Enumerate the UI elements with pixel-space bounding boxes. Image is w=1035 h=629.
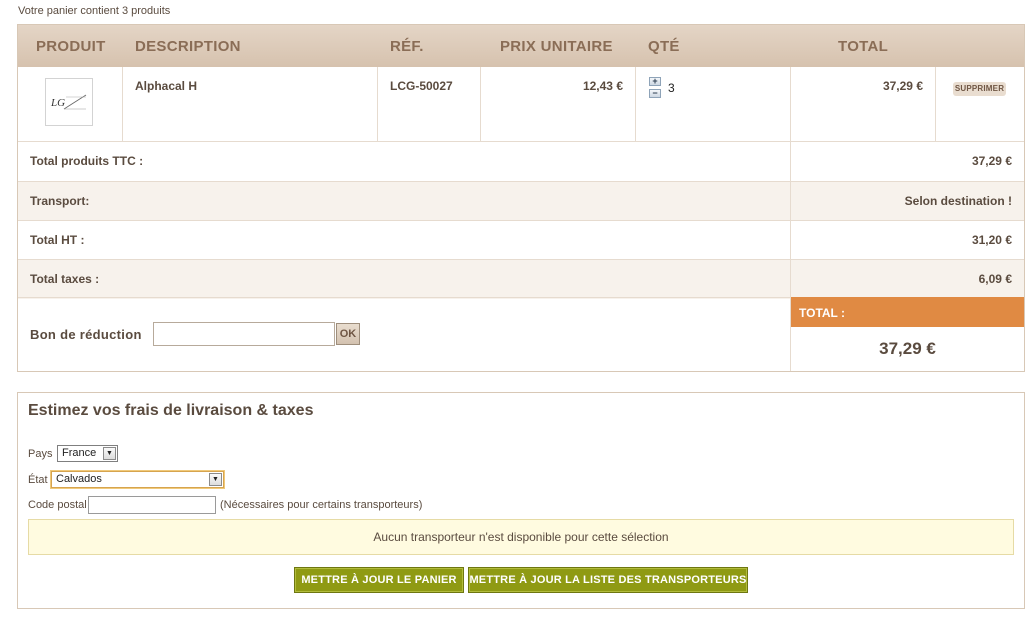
total-ht-row: Total HT : 31,20 € (18, 221, 1024, 260)
cart-table: PRODUIT DESCRIPTION RÉF. PRIX UNITAIRE Q… (17, 24, 1025, 372)
product-unit-price: 12,43 € (582, 79, 623, 93)
header-description: DESCRIPTION (135, 38, 241, 55)
product-qty: 3 (668, 81, 675, 95)
product-total: 37,29 € (882, 79, 923, 93)
state-label: État (28, 474, 48, 486)
update-cart-button[interactable]: METTRE À JOUR LE PANIER (294, 567, 464, 593)
column-divider (377, 67, 378, 141)
product-thumbnail[interactable]: LG (45, 78, 93, 126)
total-ht-label: Total HT : (30, 233, 85, 247)
carrier-notice: Aucun transporteur n'est disponible pour… (28, 519, 1014, 555)
delete-item-button[interactable]: SUPPRIMER (953, 82, 1006, 96)
total-products-label: Total produits TTC : (30, 154, 144, 168)
country-selected-value: France (62, 447, 97, 459)
postcode-label: Code postal (28, 499, 87, 511)
shipping-value: Selon destination ! (904, 194, 1012, 208)
chevron-down-icon: ▼ (103, 447, 116, 460)
header-product: PRODUIT (36, 38, 106, 55)
qty-increase-button[interactable]: + (649, 77, 661, 86)
cart-table-header: PRODUIT DESCRIPTION RÉF. PRIX UNITAIRE Q… (18, 25, 1024, 67)
svg-text:LG: LG (50, 97, 65, 109)
header-total: TOTAL (838, 38, 889, 55)
chevron-down-icon: ▼ (209, 473, 222, 486)
grand-total-label: TOTAL : (799, 306, 845, 320)
product-logo-image: LG (50, 94, 87, 110)
total-products-row: Total produits TTC : 37,29 € (18, 142, 1024, 181)
country-select[interactable]: France ▼ (57, 445, 118, 462)
voucher-input[interactable] (153, 322, 335, 346)
postcode-input[interactable] (88, 496, 216, 514)
header-qty: QTÉ (648, 38, 680, 55)
state-select[interactable]: Calvados ▼ (51, 471, 224, 488)
cart-summary: Votre panier contient 3 produits (18, 5, 171, 17)
state-selected-value: Calvados (56, 473, 102, 485)
header-unit-price: PRIX UNITAIRE (500, 38, 613, 55)
total-taxes-value: 6,09 € (978, 272, 1012, 286)
shipping-label: Transport: (30, 194, 90, 208)
total-products-value: 37,29 € (971, 154, 1012, 168)
column-divider (122, 67, 123, 141)
column-divider (935, 67, 936, 141)
postcode-hint: (Nécessaires pour certains transporteurs… (220, 499, 423, 511)
shipping-row: Transport: Selon destination ! (18, 182, 1024, 221)
grand-total-value: 37,29 € (879, 339, 936, 358)
product-ref: LCG-50027 (390, 79, 453, 93)
header-ref: RÉF. (390, 38, 424, 55)
country-label: Pays (28, 448, 53, 460)
product-name[interactable]: Alphacal H (135, 79, 197, 93)
total-ht-value: 31,20 € (971, 233, 1012, 247)
total-taxes-row: Total taxes : 6,09 € (18, 260, 1024, 299)
column-divider (635, 67, 636, 141)
shipping-estimate-panel: Estimez vos frais de livraison & taxes P… (17, 392, 1025, 609)
total-taxes-label: Total taxes : (30, 272, 100, 286)
cart-item-row: LG Alphacal H LCG-50027 12,43 € + − 3 37… (18, 67, 1024, 141)
grand-total-header: TOTAL : (791, 297, 1024, 327)
update-carriers-button[interactable]: METTRE À JOUR LA LISTE DES TRANSPORTEURS (468, 567, 748, 593)
voucher-ok-button[interactable]: OK (336, 323, 360, 345)
qty-decrease-button[interactable]: − (649, 89, 661, 98)
voucher-label: Bon de réduction (30, 327, 142, 342)
estimate-title: Estimez vos frais de livraison & taxes (28, 402, 314, 419)
